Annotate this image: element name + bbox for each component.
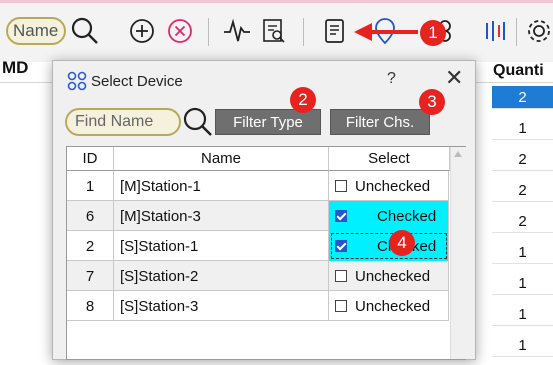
bars-icon[interactable]	[478, 14, 512, 48]
cell-name: [S]Station-3	[114, 291, 329, 321]
quantity-cell[interactable]: 1	[492, 117, 553, 140]
cell-id: 7	[67, 261, 114, 291]
dialog-title: Select Device	[91, 73, 183, 90]
main-toolbar: Name	[0, 0, 553, 62]
toolbar-divider	[516, 18, 517, 46]
column-header-id[interactable]: ID	[67, 147, 114, 171]
quantity-cell[interactable]: 1	[492, 241, 553, 264]
column-header-select[interactable]: Select	[329, 147, 450, 171]
table-scrollbar[interactable]	[450, 147, 466, 359]
quantity-cell[interactable]: 2	[492, 148, 553, 171]
close-button[interactable]: ✕	[445, 67, 463, 89]
document-icon[interactable]	[318, 14, 352, 48]
toolbar-divider	[303, 18, 304, 46]
search-icon[interactable]	[181, 105, 215, 139]
column-header-name[interactable]: Name	[114, 147, 329, 171]
cell-id: 6	[67, 201, 114, 231]
gear-icon[interactable]	[522, 14, 553, 48]
quantity-cell[interactable]: 2	[492, 86, 553, 109]
cell-name: [M]Station-3	[114, 201, 329, 231]
select-state-label: Unchecked	[355, 297, 431, 315]
table-row[interactable]: 6 [M]Station-3 Checked	[67, 201, 449, 231]
add-circle-icon[interactable]	[125, 14, 159, 48]
grid-header-quantity: Quanti	[493, 62, 544, 79]
quantity-column: 2 1 2 2 2 1 1 1 1	[492, 86, 553, 365]
select-state-label: Unchecked	[355, 267, 431, 285]
callout-badge-1: 1	[420, 20, 446, 46]
name-filter-chip[interactable]: Name	[6, 17, 66, 45]
select-state-label: Unchecked	[355, 177, 431, 195]
quantity-cell[interactable]: 2	[492, 179, 553, 202]
help-button[interactable]: ?	[387, 70, 396, 88]
find-name-input[interactable]: Find Name	[65, 108, 181, 136]
callout-badge-2: 2	[290, 87, 316, 113]
callout-badge-3: 3	[419, 89, 445, 115]
quantity-cell[interactable]: 1	[492, 334, 553, 357]
select-cell[interactable]: Unchecked	[329, 171, 449, 201]
filter-type-button[interactable]: Filter Type	[215, 109, 321, 135]
cell-id: 2	[67, 231, 114, 261]
select-checkbox[interactable]	[335, 240, 347, 252]
toolbar-divider	[208, 18, 209, 46]
pulse-icon[interactable]	[220, 14, 254, 48]
callout-arrow-1	[354, 23, 418, 41]
cell-name: [S]Station-2	[114, 261, 329, 291]
quantity-cell[interactable]: 2	[492, 210, 553, 233]
cell-name: [S]Station-1	[114, 231, 329, 261]
cell-id: 1	[67, 171, 114, 201]
callout-badge-4: 4	[389, 230, 415, 256]
select-checkbox[interactable]	[335, 180, 347, 192]
quantity-cell[interactable]: 1	[492, 272, 553, 295]
remove-circle-icon[interactable]	[163, 14, 197, 48]
select-cell[interactable]: Checked	[329, 201, 449, 231]
select-checkbox[interactable]	[335, 270, 347, 282]
cell-id: 8	[67, 291, 114, 321]
toolbar-accent-line	[0, 0, 553, 3]
search-icon[interactable]	[68, 14, 102, 48]
select-checkbox[interactable]	[335, 300, 347, 312]
select-checkbox[interactable]	[335, 210, 347, 222]
select-cell[interactable]: Unchecked	[329, 261, 449, 291]
quantity-cell[interactable]: 1	[492, 303, 553, 326]
table-row[interactable]: 8 [S]Station-3 Unchecked	[67, 291, 449, 321]
table-row[interactable]: 1 [M]Station-1 Unchecked	[67, 171, 449, 201]
report-search-icon[interactable]	[257, 14, 291, 48]
select-device-dialog: Select Device ? ✕ Find Name Filter Type …	[52, 60, 476, 360]
cell-name: [M]Station-1	[114, 171, 329, 201]
app-icon	[67, 71, 87, 91]
scroll-up-arrow-icon[interactable]	[454, 151, 462, 157]
filter-channels-button[interactable]: Filter Chs.	[330, 109, 430, 135]
select-cell[interactable]: Unchecked	[329, 291, 449, 321]
table-row[interactable]: 7 [S]Station-2 Unchecked	[67, 261, 449, 291]
grid-header-md: MD	[2, 58, 29, 77]
select-state-label: Checked	[377, 207, 437, 225]
